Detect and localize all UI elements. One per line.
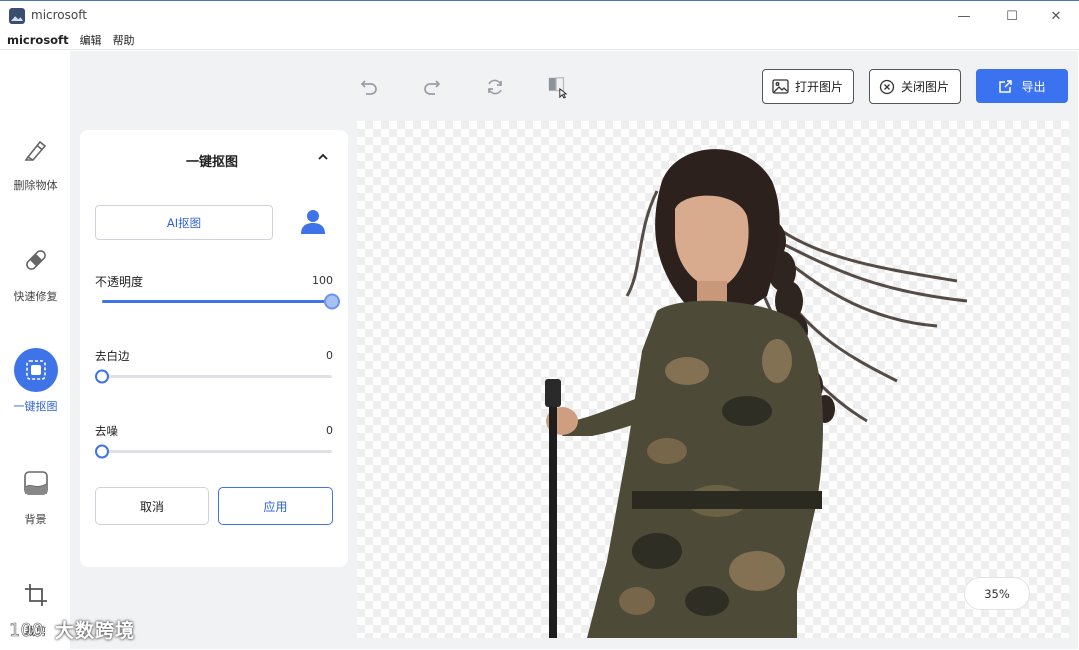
sidebar-item-background[interactable]: 背景	[1, 461, 70, 551]
watermark-logo-icon: 100	[9, 620, 44, 642]
menu-bar: microsoft 编辑 帮助	[0, 30, 1079, 50]
sidebar-item-label: 背景	[24, 513, 47, 526]
defringe-slider-thumb[interactable]	[95, 369, 109, 384]
zoom-level[interactable]: 35%	[964, 577, 1030, 610]
cutout-panel: 一键抠图 AI抠图 不透明度 100 去白边 0 去噪 0 取消 应用	[80, 130, 348, 567]
left-sidebar: 删除物体 快速修复 一键抠图 背景 裁剪	[1, 51, 70, 649]
sidebar-item-cutout[interactable]: 一键抠图	[1, 348, 70, 438]
cancel-button[interactable]: 取消	[95, 487, 209, 525]
export-button[interactable]: 导出	[976, 69, 1068, 103]
close-image-button[interactable]: 关闭图片	[869, 69, 961, 104]
maximize-button[interactable]: ☐	[989, 1, 1035, 31]
sidebar-item-label: 快速修复	[13, 290, 58, 303]
sidebar-item-quick-fix[interactable]: 快速修复	[1, 238, 70, 328]
opacity-slider-fill	[102, 300, 332, 303]
bandage-icon	[14, 238, 58, 282]
chevron-up-icon[interactable]	[316, 150, 330, 164]
image-canvas[interactable]	[357, 121, 1069, 638]
redo-icon[interactable]	[421, 76, 443, 98]
minimize-button[interactable]: —	[941, 1, 987, 31]
watermark-text: 大数跨境	[55, 619, 136, 642]
defringe-label: 去白边	[95, 349, 130, 363]
close-circle-icon	[879, 79, 895, 94]
undo-icon[interactable]	[358, 76, 380, 98]
title-bar: microsoft — ☐ ✕	[0, 0, 1079, 30]
cutout-subject-image	[545, 149, 968, 638]
ai-cutout-button[interactable]: AI抠图	[95, 205, 273, 240]
open-image-label: 打开图片	[795, 80, 844, 94]
window-title: microsoft	[31, 8, 87, 22]
menu-brand[interactable]: microsoft	[7, 33, 69, 47]
sidebar-item-label: 一键抠图	[13, 400, 58, 413]
defringe-value: 0	[326, 349, 333, 362]
defringe-slider[interactable]	[95, 369, 332, 384]
cutout-icon	[13, 348, 58, 392]
close-window-button[interactable]: ✕	[1033, 1, 1079, 31]
opacity-slider[interactable]	[102, 293, 340, 310]
denoise-value: 0	[326, 424, 333, 437]
reset-icon[interactable]	[484, 76, 506, 98]
app-icon	[9, 8, 25, 24]
open-image-button[interactable]: 打开图片	[762, 69, 854, 104]
export-icon	[999, 79, 1013, 93]
denoise-slider[interactable]	[95, 444, 332, 459]
opacity-label: 不透明度	[95, 275, 144, 289]
eraser-icon	[14, 127, 58, 171]
opacity-slider-thumb[interactable]	[324, 293, 340, 310]
sidebar-item-remove-object[interactable]: 删除物体	[1, 127, 70, 217]
watermark: 100 大数跨境	[7, 614, 135, 644]
image-icon	[772, 79, 789, 94]
crop-icon	[14, 573, 58, 617]
menu-item-edit[interactable]: 编辑	[80, 32, 102, 48]
person-icon[interactable]	[298, 206, 328, 236]
denoise-label: 去噪	[95, 424, 118, 438]
svg-text:100: 100	[9, 620, 43, 641]
export-label: 导出	[1021, 79, 1046, 94]
menu-item-help[interactable]: 帮助	[113, 32, 135, 48]
sidebar-item-label: 删除物体	[13, 179, 58, 192]
denoise-slider-thumb[interactable]	[95, 444, 109, 459]
apply-button[interactable]: 应用	[218, 487, 333, 525]
image-background-icon	[14, 461, 58, 505]
compare-icon[interactable]	[547, 76, 569, 99]
close-image-label: 关闭图片	[901, 80, 950, 94]
panel-title: 一键抠图	[186, 155, 239, 170]
opacity-value: 100	[312, 274, 333, 287]
